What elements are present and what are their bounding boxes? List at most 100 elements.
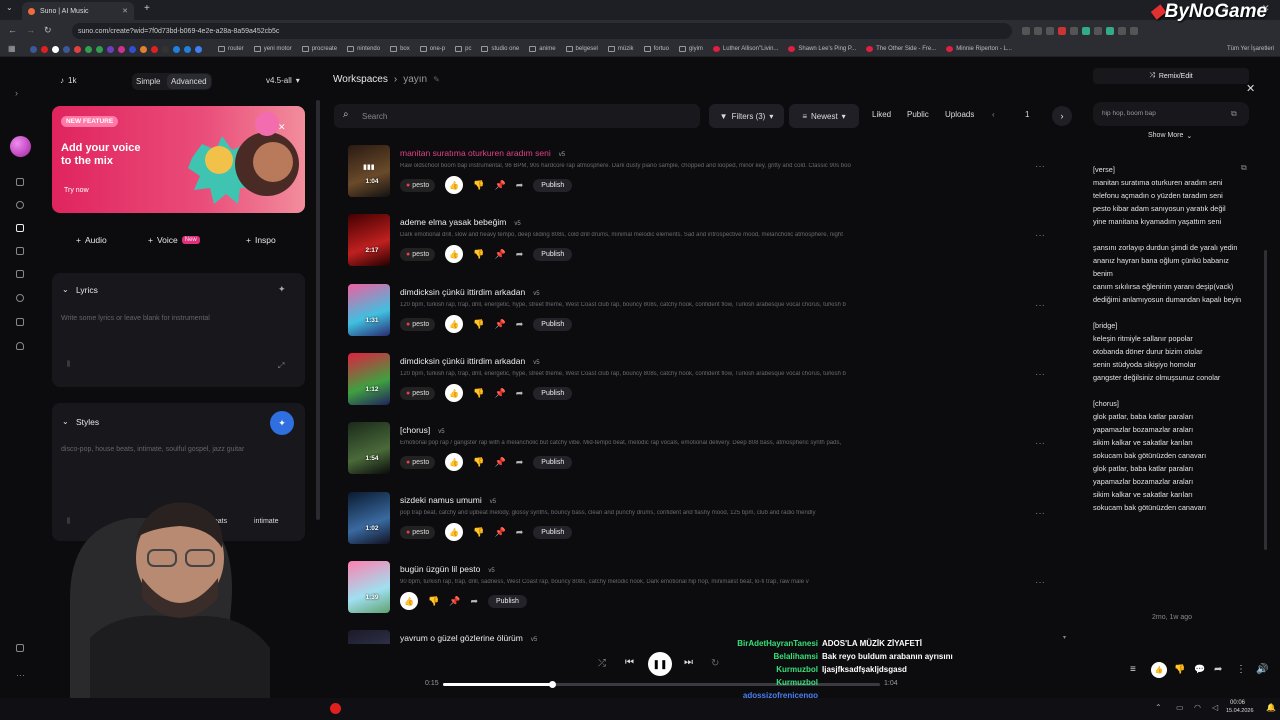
- publish-button[interactable]: Publish: [533, 455, 573, 469]
- extension-icon[interactable]: [1046, 27, 1054, 35]
- site-favicon-icon[interactable]: [74, 45, 81, 53]
- magic-wand-icon[interactable]: ✦: [278, 284, 286, 295]
- site-favicon-icon[interactable]: [63, 45, 70, 53]
- site-favicon-icon[interactable]: [41, 45, 48, 53]
- song-row[interactable]: ▮▮▮ 1:04 manitan suratıma oturkuren aradım…: [345, 143, 1045, 209]
- reload-icon[interactable]: ↻: [44, 25, 52, 36]
- model-selector[interactable]: v4.5-all ▾: [266, 76, 300, 85]
- site-favicon-icon[interactable]: [162, 45, 169, 53]
- song-cover-art[interactable]: 2:17: [348, 214, 390, 266]
- public-filter[interactable]: Public: [907, 110, 929, 119]
- publish-button[interactable]: Publish: [533, 317, 573, 331]
- song-cover-art[interactable]: 1:12: [348, 353, 390, 405]
- shuffle-icon[interactable]: ⤮: [598, 658, 606, 669]
- extension-icon[interactable]: [1058, 27, 1066, 35]
- publish-button[interactable]: Publish: [533, 247, 573, 261]
- home-icon[interactable]: [16, 178, 24, 186]
- next-page-button[interactable]: ›: [1052, 106, 1072, 126]
- forward-icon[interactable]: →: [26, 25, 35, 35]
- bookmark-item[interactable]: nintendo: [347, 46, 380, 52]
- bookmark-item[interactable]: one-p: [419, 46, 445, 52]
- pin-icon[interactable]: 📌: [495, 457, 506, 468]
- tray-chevron-icon[interactable]: ⌃: [1155, 703, 1162, 712]
- dislike-icon[interactable]: 👎: [473, 180, 484, 191]
- like-icon[interactable]: 👍: [445, 453, 464, 471]
- site-favicon-icon[interactable]: [118, 45, 125, 53]
- like-icon[interactable]: 👍: [445, 245, 464, 263]
- filters-button[interactable]: ▼ Filters (3) ▾: [709, 104, 784, 128]
- create-panel-scrollbar[interactable]: [316, 100, 320, 520]
- song-title[interactable]: manitan suratıma oturkuren aradım seni v5: [400, 148, 565, 158]
- more-icon[interactable]: ···: [16, 670, 25, 680]
- new-tab-button[interactable]: +: [144, 3, 150, 14]
- volume-icon[interactable]: 🔊: [1256, 664, 1268, 675]
- tab-menu-icon[interactable]: ⌄: [6, 3, 13, 12]
- song-cover-art[interactable]: [348, 630, 390, 644]
- add-voice-button[interactable]: + Voice New: [148, 235, 200, 245]
- back-icon[interactable]: ←: [8, 25, 17, 35]
- search-nav-icon[interactable]: [16, 294, 24, 302]
- song-title[interactable]: yavrum o güzel gözlerine ölürüm v5: [400, 633, 537, 643]
- detail-scrollbar[interactable]: [1264, 250, 1267, 550]
- site-favicon-icon[interactable]: [96, 45, 103, 53]
- uploads-filter[interactable]: Uploads: [945, 110, 974, 119]
- pin-icon[interactable]: 📌: [495, 180, 506, 191]
- like-icon[interactable]: 👍: [400, 592, 418, 610]
- lyrics-tool-icon[interactable]: ⫼: [67, 361, 70, 369]
- create-icon[interactable]: [16, 224, 24, 232]
- add-inspo-button[interactable]: + Inspo: [246, 235, 276, 245]
- mode-simple-tab[interactable]: Simple: [136, 77, 160, 86]
- song-row[interactable]: yavrum o güzel gözlerine ölürüm v5: [345, 628, 1045, 644]
- dislike-icon[interactable]: 👎: [1174, 664, 1185, 675]
- recording-icon[interactable]: [330, 703, 341, 714]
- extension-icon[interactable]: [1022, 27, 1030, 35]
- extension-icon[interactable]: [1118, 27, 1126, 35]
- banner-close-icon[interactable]: ✕: [278, 122, 286, 133]
- more-options-icon[interactable]: ⋮: [1236, 664, 1246, 675]
- pause-button[interactable]: ❚❚: [648, 652, 672, 676]
- site-favicon-icon[interactable]: [107, 45, 114, 53]
- browser-tab[interactable]: Suno | AI Music ✕: [22, 2, 134, 20]
- comment-icon[interactable]: 💬: [1194, 664, 1205, 675]
- banner-cta[interactable]: Try now: [64, 187, 89, 194]
- list-scrollbar[interactable]: ▾: [1063, 140, 1069, 641]
- bookmark-item[interactable]: yeni motor: [253, 46, 292, 52]
- persona-tag[interactable]: ● pesto: [400, 178, 436, 192]
- apps-grid-icon[interactable]: ▦: [8, 44, 16, 53]
- explore-icon[interactable]: [16, 201, 24, 209]
- site-favicon-icon[interactable]: [85, 45, 92, 53]
- speaker-icon[interactable]: ◁: [1212, 703, 1218, 712]
- share-icon[interactable]: ➦: [516, 249, 524, 260]
- extension-icon[interactable]: [1070, 27, 1078, 35]
- bookmark-item[interactable]: router: [218, 46, 244, 52]
- pin-icon[interactable]: 📌: [495, 527, 506, 538]
- song-row[interactable]: 1:12 dimdicksin çünkü ittirdim arkadan v5 1…: [345, 351, 1045, 417]
- site-favicon-icon[interactable]: [173, 45, 180, 53]
- bookmark-item[interactable]: müzik: [607, 46, 634, 52]
- song-more-icon[interactable]: ···: [1035, 230, 1045, 241]
- song-more-icon[interactable]: ···: [1035, 438, 1045, 449]
- site-favicon-icon[interactable]: [184, 45, 191, 53]
- extension-icon[interactable]: [1106, 27, 1114, 35]
- publish-button[interactable]: Publish: [533, 525, 573, 539]
- persona-tag[interactable]: ● pesto: [400, 525, 436, 539]
- extension-icon[interactable]: [1082, 27, 1090, 35]
- bookmark-item[interactable]: box: [390, 46, 410, 52]
- expand-editor-icon[interactable]: ⤢: [278, 361, 284, 371]
- chevron-down-icon[interactable]: ⌄: [62, 417, 69, 426]
- dislike-icon[interactable]: 👎: [473, 388, 484, 399]
- like-icon[interactable]: 👍: [445, 176, 464, 194]
- pin-icon[interactable]: 📌: [449, 596, 460, 607]
- share-icon[interactable]: ➦: [516, 388, 524, 399]
- hooks-icon[interactable]: [16, 318, 24, 326]
- close-panel-icon[interactable]: ✕: [1246, 82, 1255, 95]
- wifi-icon[interactable]: ◠: [1194, 703, 1201, 712]
- share-icon[interactable]: ➦: [470, 596, 478, 607]
- bookmark-item[interactable]: procreate: [301, 46, 337, 52]
- song-title[interactable]: [chorus] v5: [400, 425, 445, 435]
- extension-icon[interactable]: [1034, 27, 1042, 35]
- dislike-icon[interactable]: 👎: [428, 596, 439, 607]
- song-title[interactable]: sizdeki namus umumi v5: [400, 495, 496, 505]
- site-favicon-icon[interactable]: [195, 45, 202, 53]
- mode-advanced-tab[interactable]: Advanced: [167, 74, 211, 89]
